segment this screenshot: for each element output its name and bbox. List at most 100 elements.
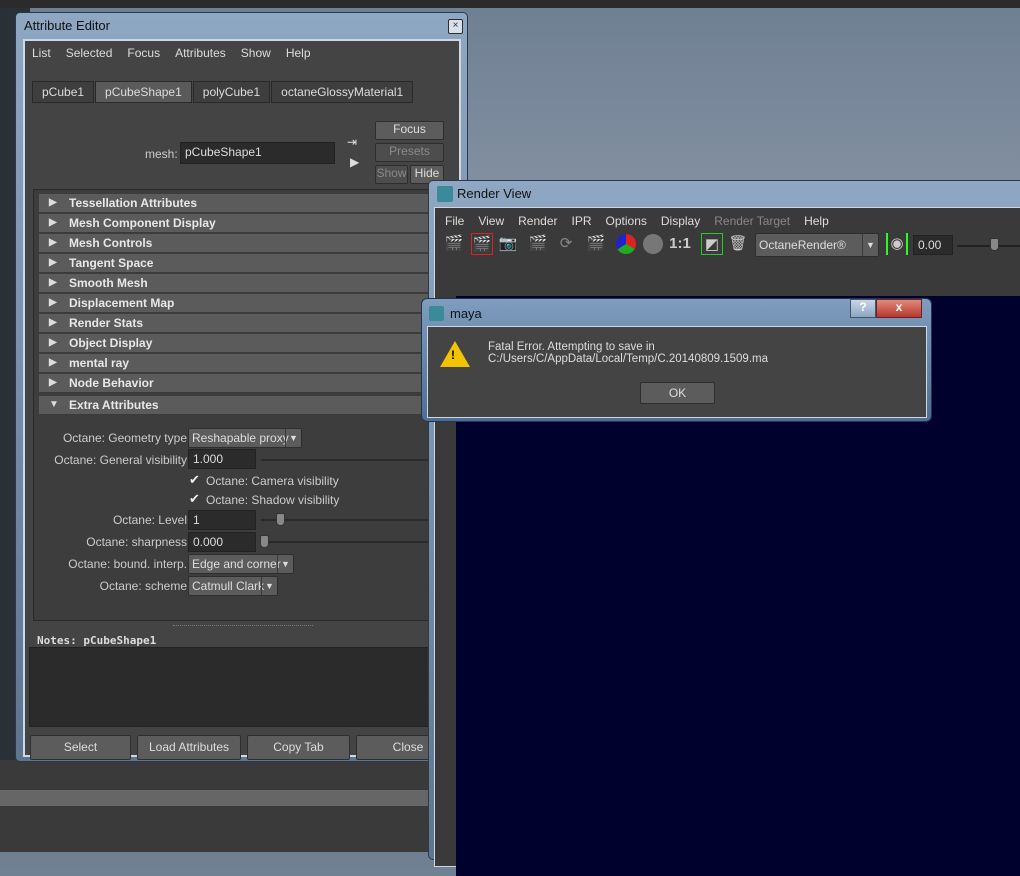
focus-button[interactable]: Focus	[375, 121, 444, 140]
chevron-down-icon: ▼	[277, 555, 293, 573]
show-button[interactable]: Show	[375, 165, 408, 184]
menu-list[interactable]: List	[32, 46, 51, 60]
general-visibility-label: Octane: General visibility	[54, 453, 187, 467]
menu-display[interactable]: Display	[661, 214, 700, 228]
section-object-display[interactable]: ▶ Object Display	[39, 334, 439, 353]
alpha-channel-icon[interactable]	[643, 234, 663, 254]
tab-pcube1[interactable]: pCube1	[32, 81, 95, 103]
section-displacement-map[interactable]: ▶ Displacement Map	[39, 294, 439, 313]
menu-render[interactable]: Render	[518, 214, 557, 228]
section-mesh-component-display[interactable]: ▶ Mesh Component Display	[39, 214, 439, 233]
ipr-render-icon[interactable]: 🎬	[527, 233, 549, 255]
chevron-down-icon: ▼	[285, 429, 301, 447]
output-connection-icon[interactable]: ▶	[350, 155, 359, 169]
shadow-visibility-label: Octane: Shadow visibility	[206, 493, 340, 507]
section-mesh-controls[interactable]: ▶ Mesh Controls	[39, 234, 439, 253]
menu-focus[interactable]: Focus	[127, 46, 160, 60]
redo-render-icon[interactable]: 🎬	[443, 233, 465, 255]
tab-octaneglossymaterial1[interactable]: octaneGlossyMaterial1	[271, 81, 414, 103]
real-size-button[interactable]: 1:1	[669, 233, 691, 255]
window-title: Render View	[457, 186, 532, 201]
load-attributes-button[interactable]: Load Attributes	[137, 735, 241, 760]
select-button[interactable]: Select	[30, 735, 131, 760]
menu-attributes[interactable]: Attributes	[175, 46, 226, 60]
tab-bar: pCube1 pCubeShape1 polyCube1 octaneGloss…	[32, 81, 414, 103]
menu-ipr[interactable]: IPR	[572, 214, 592, 228]
notes-textarea[interactable]	[29, 647, 461, 727]
render-region-icon[interactable]: 🎬	[471, 233, 493, 255]
warning-icon-mark: !	[451, 348, 455, 362]
splitter-handle[interactable]	[173, 625, 313, 628]
section-smooth-mesh[interactable]: ▶ Smooth Mesh	[39, 274, 439, 293]
chevron-down-icon: ▼	[261, 577, 277, 595]
mesh-name-field[interactable]: pCubeShape1	[180, 142, 335, 164]
menu-bar: File View Render IPR Options Display Ren…	[435, 208, 1020, 234]
section-mental-ray[interactable]: ▶ mental ray	[39, 354, 439, 373]
camera-visibility-checkbox[interactable]: ✔	[189, 472, 200, 488]
menu-show[interactable]: Show	[241, 46, 271, 60]
section-render-stats[interactable]: ▶ Render Stats	[39, 314, 439, 333]
help-button[interactable]: ?	[850, 299, 876, 318]
exposure-slider[interactable]	[957, 245, 1020, 247]
exposure-field[interactable]: 0.00	[913, 235, 953, 255]
shadow-visibility-checkbox[interactable]: ✔	[189, 491, 200, 507]
geometry-type-dropdown[interactable]: Reshapable proxy ▼	[188, 428, 302, 448]
sharpness-label: Octane: sharpness	[86, 535, 187, 549]
sharpness-field[interactable]: 0.000	[188, 532, 256, 552]
general-visibility-slider[interactable]	[261, 459, 441, 461]
refresh-ipr-icon[interactable]: ⟳	[555, 233, 577, 255]
snapshot-icon[interactable]: 📷	[497, 233, 519, 255]
sharpness-slider[interactable]	[261, 541, 441, 543]
copy-tab-button[interactable]: Copy Tab	[247, 735, 350, 760]
level-label: Octane: Level	[112, 513, 187, 527]
scheme-dropdown[interactable]: Catmull Clark ▼	[188, 576, 278, 596]
menu-bar: List Selected Focus Attributes Show Help	[25, 41, 459, 65]
close-icon[interactable]: ×	[448, 19, 463, 34]
tab-pcubeshape1[interactable]: pCubeShape1	[95, 81, 192, 103]
attribute-editor-window: Attribute Editor × List Selected Focus A…	[15, 12, 468, 762]
menu-file[interactable]: File	[445, 214, 464, 228]
general-visibility-field[interactable]: 1.000	[188, 449, 256, 469]
rgb-channels-icon[interactable]	[616, 234, 636, 254]
level-field[interactable]: 1	[188, 510, 256, 530]
maya-logo-icon	[429, 306, 444, 321]
close-button[interactable]: x	[876, 299, 922, 318]
menu-view[interactable]: View	[478, 214, 504, 228]
bound-interp-dropdown[interactable]: Edge and corner ▼	[188, 554, 294, 574]
sharpness-slider-handle[interactable]	[260, 535, 269, 548]
timeline[interactable]	[0, 760, 440, 852]
bound-interp-label: Octane: bound. interp.	[68, 557, 187, 571]
section-extra-attributes[interactable]: ▼ Extra Attributes	[39, 396, 439, 415]
renderer-dropdown[interactable]: OctaneRender® ▼	[755, 233, 879, 257]
ok-button[interactable]: OK	[640, 382, 715, 404]
input-connection-icon[interactable]: ⇥	[347, 135, 357, 149]
warning-icon	[440, 341, 470, 367]
scheme-label: Octane: scheme	[99, 579, 187, 593]
remove-image-icon[interactable]: 🗑	[727, 233, 749, 255]
main-toolbar	[0, 0, 1020, 8]
keep-image-icon[interactable]: ◩	[701, 233, 723, 255]
level-slider[interactable]	[261, 519, 441, 521]
tab-polycube1[interactable]: polyCube1	[192, 81, 271, 103]
section-node-behavior[interactable]: ▶ Node Behavior	[39, 374, 439, 393]
exposure-icon: ◉	[886, 233, 908, 255]
menu-help[interactable]: Help	[286, 46, 311, 60]
dialog-title: maya	[450, 306, 482, 321]
camera-visibility-label: Octane: Camera visibility	[206, 474, 339, 488]
menu-render-target[interactable]: Render Target	[714, 214, 790, 228]
render-view-window: Render View File View Render IPR Options…	[428, 180, 1020, 876]
menu-options[interactable]: Options	[606, 214, 647, 228]
chevron-down-icon: ▼	[862, 234, 878, 256]
mesh-label: mesh:	[145, 147, 178, 161]
geometry-type-label: Octane: Geometry type	[62, 431, 187, 445]
section-tangent-space[interactable]: ▶ Tangent Space	[39, 254, 439, 273]
level-slider-handle[interactable]	[276, 513, 285, 526]
menu-help[interactable]: Help	[804, 214, 829, 228]
window-title: Attribute Editor	[24, 18, 110, 33]
exposure-slider-handle[interactable]	[990, 238, 999, 251]
section-tessellation[interactable]: ▶ Tessellation Attributes	[39, 194, 439, 213]
menu-selected[interactable]: Selected	[66, 46, 113, 60]
render-settings-icon[interactable]: 🎬	[585, 233, 607, 255]
fatal-error-dialog: maya ? x ! Fatal Error. Attempting to sa…	[421, 298, 932, 422]
presets-button[interactable]: Presets	[375, 143, 444, 162]
